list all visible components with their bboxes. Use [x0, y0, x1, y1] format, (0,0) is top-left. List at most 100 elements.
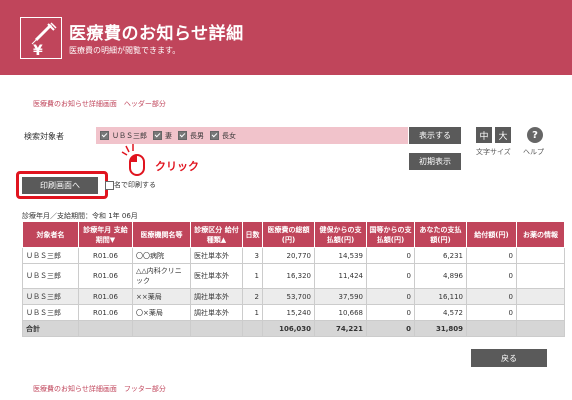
col-header: 健保からの支払額(円) [314, 221, 367, 248]
cell-category: 調社単本外 [190, 304, 243, 321]
click-annotation: クリック [155, 160, 199, 173]
cell-period: R01.06 [78, 247, 133, 264]
table-row: ＵＢＳ三郎 R01.06 △△内科クリニック 医社単本外 1 16,320 11… [22, 263, 565, 289]
back-button[interactable]: 戻る [471, 349, 547, 367]
cell-insurance: 37,590 [314, 288, 367, 305]
table-row: ＵＢＳ三郎 R01.06 〇〇病院 医社単本外 3 20,770 14,539 … [22, 247, 565, 264]
cell-period: R01.06 [78, 304, 133, 321]
cell-total: 53,700 [262, 288, 315, 305]
col-header: 対象者名 [22, 221, 79, 248]
print-name-label: 名で印刷する [114, 181, 156, 189]
cell-empty [516, 320, 565, 337]
cell-medicine [516, 247, 565, 264]
col-header: あなたの支払額(円) [414, 221, 467, 248]
target-option[interactable]: ＵＢＳ三郎 [100, 131, 147, 141]
cell-name: ＵＢＳ三郎 [22, 304, 79, 321]
checkbox-checked-icon[interactable] [153, 131, 162, 140]
cell-category: 医社単本外 [190, 247, 243, 264]
cell-insurance: 10,668 [314, 304, 367, 321]
help-icon[interactable]: ? [527, 127, 543, 143]
target-selector: ＵＢＳ三郎 妻 長男 長女 [96, 127, 408, 144]
table-row: ＵＢＳ三郎 R01.06 〇×薬局 調社単本外 1 15,240 10,668 … [22, 304, 565, 321]
col-header-sortable[interactable]: 診療年月 支給期間▼ [78, 221, 133, 248]
col-header: お薬の情報 [516, 221, 565, 248]
cell-public: 0 [366, 247, 415, 264]
cell-name: ＵＢＳ三郎 [22, 288, 79, 305]
col-header: 日数 [242, 221, 263, 248]
col-header-sortable[interactable]: 診療区分 給付種類▲ [190, 221, 243, 248]
cell-empty [190, 320, 243, 337]
cell-empty [78, 320, 133, 337]
cell-name: ＵＢＳ三郎 [22, 247, 79, 264]
target-label: 検索対象者 [24, 132, 64, 141]
cell-total: 15,240 [262, 304, 315, 321]
col-header: 医療費の総額(円) [262, 221, 315, 248]
target-option[interactable]: 長男 [178, 131, 204, 141]
col-header: 医療機関名等 [132, 221, 191, 248]
page-title: 医療費のお知らせ詳細 [69, 24, 244, 44]
cell-days: 1 [242, 304, 263, 321]
table-total-row: 合計 106,030 74,221 0 31,809 [22, 320, 565, 337]
cell-insurance: 74,221 [314, 320, 367, 337]
initial-display-button[interactable]: 初期表示 [409, 153, 461, 170]
cell-empty [132, 320, 191, 337]
display-button[interactable]: 表示する [409, 127, 461, 144]
cell-facility: ××薬局 [132, 288, 191, 305]
table-header-row: 対象者名 診療年月 支給期間▼ 医療機関名等 診療区分 給付種類▲ 日数 医療費… [22, 221, 565, 248]
highlight-frame [16, 171, 108, 199]
cell-empty [242, 320, 263, 337]
text-size-large-button[interactable]: 大 [495, 127, 511, 143]
checkbox-checked-icon[interactable] [210, 131, 219, 140]
target-option[interactable]: 妻 [153, 131, 172, 141]
cell-benefit: 0 [466, 247, 517, 264]
cell-benefit: 0 [466, 288, 517, 305]
cell-insurance: 14,539 [314, 247, 367, 264]
cell-total: 106,030 [262, 320, 315, 337]
text-size-label: 文字サイズ [476, 148, 511, 156]
text-size-medium-button[interactable]: 中 [476, 127, 492, 143]
cell-days: 3 [242, 247, 263, 264]
header-section-label: 医療費のお知らせ詳細画面 ヘッダー部分 [33, 100, 166, 108]
cell-facility: △△内科クリニック [132, 263, 191, 289]
cell-medicine [516, 263, 565, 289]
table-row: ＵＢＳ三郎 R01.06 ××薬局 調社単本外 2 53,700 37,590 … [22, 288, 565, 305]
medical-yen-icon: ¥ [20, 17, 62, 59]
cell-days: 2 [242, 288, 263, 305]
medical-expense-table: 対象者名 診療年月 支給期間▼ 医療機関名等 診療区分 給付種類▲ 日数 医療費… [22, 221, 565, 337]
footer-section-label: 医療費のお知らせ詳細画面 フッター部分 [33, 385, 166, 393]
cell-empty [466, 320, 517, 337]
cell-insurance: 11,424 [314, 263, 367, 289]
cell-public: 0 [366, 304, 415, 321]
print-name-checkbox[interactable] [105, 181, 114, 190]
cell-period: R01.06 [78, 288, 133, 305]
checkbox-checked-icon[interactable] [100, 131, 109, 140]
cell-self: 4,896 [414, 263, 467, 289]
target-option[interactable]: 長女 [210, 131, 236, 141]
col-header: 国等からの支払額(円) [366, 221, 415, 248]
cell-self: 6,231 [414, 247, 467, 264]
cell-total: 16,320 [262, 263, 315, 289]
cell-total: 20,770 [262, 247, 315, 264]
cell-period: R01.06 [78, 263, 133, 289]
cell-public: 0 [366, 320, 415, 337]
cell-category: 医社単本外 [190, 263, 243, 289]
cell-medicine [516, 288, 565, 305]
billing-period: 診療年月／支給期間：令和 1年 06月 [22, 212, 138, 220]
cell-medicine [516, 304, 565, 321]
page-subtitle: 医療費の明細が閲覧できます。 [69, 46, 181, 55]
cell-facility: 〇×薬局 [132, 304, 191, 321]
cell-public: 0 [366, 263, 415, 289]
cell-facility: 〇〇病院 [132, 247, 191, 264]
mouse-click-icon [121, 144, 145, 176]
help-label: ヘルプ [523, 148, 544, 156]
cell-self: 31,809 [414, 320, 467, 337]
cell-benefit: 0 [466, 263, 517, 289]
checkbox-checked-icon[interactable] [178, 131, 187, 140]
cell-self: 16,110 [414, 288, 467, 305]
col-header: 給付額(円) [466, 221, 517, 248]
cell-days: 1 [242, 263, 263, 289]
cell-total-label: 合計 [22, 320, 79, 337]
cell-name: ＵＢＳ三郎 [22, 263, 79, 289]
svg-text:¥: ¥ [33, 43, 43, 58]
cell-self: 4,572 [414, 304, 467, 321]
